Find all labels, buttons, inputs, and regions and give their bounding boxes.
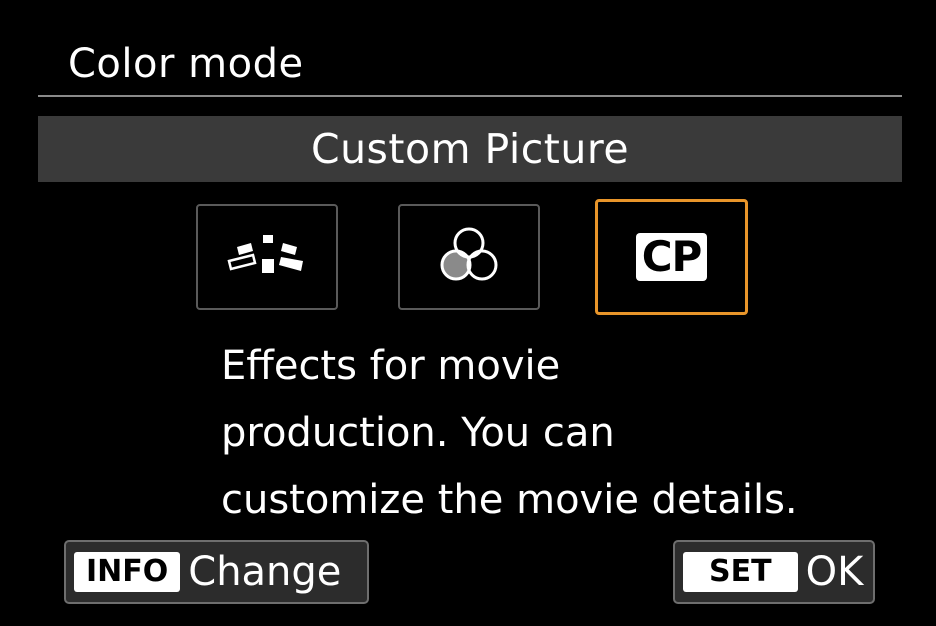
description-line: production. You can (221, 410, 615, 456)
title-divider (38, 95, 902, 97)
info-change-button[interactable]: INFO Change (64, 540, 369, 604)
option-description: Effects for movie production. You can cu… (221, 333, 861, 534)
selected-mode-bar: Custom Picture (38, 116, 902, 182)
option-color-filter[interactable] (398, 204, 540, 310)
option-wide-dr[interactable] (196, 204, 338, 310)
color-filter-icon (434, 223, 504, 291)
set-key-label: SET (683, 552, 798, 592)
wide-dr-icon (225, 233, 309, 281)
ok-label: OK (805, 549, 864, 595)
color-mode-screen: Color mode Custom Picture CP Effects for… (0, 0, 936, 626)
page-title: Color mode (68, 41, 304, 87)
option-custom-picture[interactable]: CP (595, 199, 748, 315)
description-line: customize the movie details. (221, 477, 798, 523)
description-line: Effects for movie (221, 343, 561, 389)
selected-mode-label: Custom Picture (310, 125, 630, 173)
custom-picture-icon: CP (635, 233, 708, 281)
set-ok-button[interactable]: SET OK (673, 540, 875, 604)
change-label: Change (188, 549, 342, 595)
info-key-label: INFO (74, 552, 181, 592)
